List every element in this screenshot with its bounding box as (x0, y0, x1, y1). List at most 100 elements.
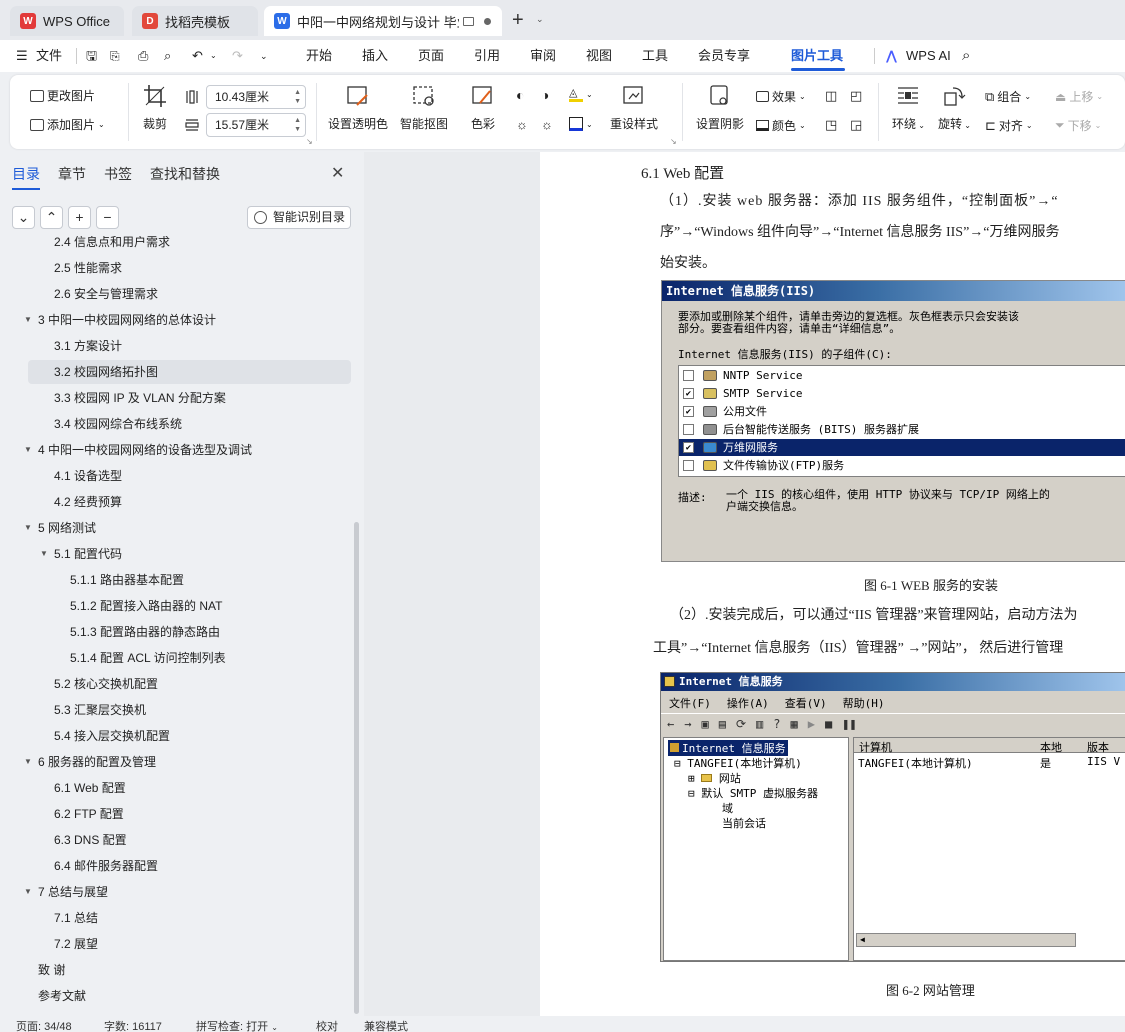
toc-item[interactable]: 7 总结与展望 (38, 880, 108, 904)
computer-icon[interactable]: ▦ (790, 717, 797, 731)
align-button[interactable]: ⊏ 对齐 ⌄ (985, 117, 1033, 134)
toc-item[interactable]: 6.1 Web 配置 (54, 776, 126, 800)
tree-root[interactable]: Internet 信息服务 (668, 740, 788, 756)
position-icon[interactable]: ◲ (850, 117, 862, 133)
menu-file[interactable]: 文件 (36, 40, 62, 72)
toc-item[interactable]: 3.3 校园网 IP 及 VLAN 分配方案 (54, 386, 226, 410)
bring-forward-icon[interactable]: ◫ (825, 88, 837, 104)
spinner-icon[interactable]: ▲ ▼ (294, 116, 301, 134)
checkbox[interactable] (683, 370, 694, 381)
expand-arrow-icon[interactable]: ▼ (24, 516, 32, 540)
menu-help[interactable]: 帮助(H) (843, 695, 885, 711)
tree-node-websites[interactable]: ⊞ 网站 (688, 770, 741, 786)
toc-item[interactable]: 4.1 设备选型 (54, 464, 122, 488)
line-color-button[interactable]: ⌄ (569, 117, 593, 131)
toc-item[interactable]: 5.2 核心交换机配置 (54, 672, 158, 696)
toc-item[interactable]: 3 中阳一中校园网网络的总体设计 (38, 308, 216, 332)
toc-item[interactable]: 6.2 FTP 配置 (54, 802, 124, 826)
scroll-left-icon[interactable]: ◀ (860, 935, 865, 944)
checkbox[interactable] (683, 424, 694, 435)
toc-item[interactable]: 7.1 总结 (54, 906, 98, 930)
nav-scrollbar[interactable] (354, 522, 359, 1014)
menu-file[interactable]: 文件(F) (669, 695, 711, 711)
change-picture-button[interactable]: 更改图片 (30, 87, 95, 104)
toc-item[interactable]: 5.4 接入层交换机配置 (54, 724, 170, 748)
tab-document[interactable]: W 中阳一中网络规划与设计 毕业 (264, 6, 502, 36)
redo-icon[interactable]: ↷ (232, 40, 243, 72)
picture-height-input[interactable]: 15.57厘米 ▲ ▼ (206, 113, 306, 137)
print-preview-icon[interactable]: ⌕ (164, 40, 171, 72)
menu-tools[interactable]: 工具 (642, 40, 668, 72)
fill-color-button[interactable]: ◬ ⌄ (569, 87, 593, 102)
menu-action[interactable]: 操作(A) (727, 695, 769, 711)
dialog-launcher-icon[interactable]: ↘ (670, 137, 677, 146)
nav-tab-find-replace[interactable]: 查找和替换 (150, 164, 220, 184)
toc-item[interactable]: 2.5 性能需求 (54, 256, 122, 280)
stop-icon[interactable]: ■ (825, 717, 832, 731)
add-heading-button[interactable]: + (68, 206, 91, 229)
add-picture-button[interactable]: 添加图片 ⌄ (30, 116, 105, 133)
dialog-launcher-icon[interactable]: ↘ (306, 137, 313, 146)
send-backward-icon[interactable]: ◰ (850, 88, 862, 104)
share-icon[interactable]: ⎘ (110, 40, 120, 72)
move-up-button[interactable]: ⏏ 上移 ⌄ (1055, 88, 1103, 105)
toc-item[interactable]: 5.1.1 路由器基本配置 (70, 568, 184, 592)
toc-item[interactable]: 4.2 经费预算 (54, 490, 122, 514)
toc-item[interactable]: 6.3 DNS 配置 (54, 828, 127, 852)
move-down-button[interactable]: ⏷ 下移 ⌄ (1055, 117, 1101, 134)
help-icon[interactable]: ? (773, 717, 780, 731)
new-tab-button[interactable]: + (512, 9, 524, 31)
component-row[interactable]: ✔万维网服务8 (679, 439, 1125, 456)
toc-item[interactable]: 7.2 展望 (54, 932, 98, 956)
component-row[interactable]: 文件传输协议(FTP)服务0 (679, 457, 1125, 474)
toc-item[interactable]: 5.1.4 配置 ACL 访问控制列表 (70, 646, 226, 670)
expand-arrow-icon[interactable]: ▼ (24, 438, 32, 462)
contrast-up-icon[interactable]: ◑ (541, 87, 549, 103)
spell-check[interactable]: 拼写检查: 打开 ⌄ (196, 1018, 278, 1032)
reset-style-button[interactable]: 重设样式 (610, 83, 658, 132)
tree-node-sessions[interactable]: 当前会话 (722, 815, 766, 831)
checkbox[interactable]: ✔ (683, 388, 694, 399)
component-row[interactable]: 后台智能传送服务 (BITS) 服务器扩展0 (679, 421, 1125, 438)
toc-item[interactable]: 2.4 信息点和用户需求 (54, 236, 170, 254)
checkbox[interactable] (683, 460, 694, 471)
expand-arrow-icon[interactable]: ▼ (24, 880, 32, 904)
tab-wps-office[interactable]: W WPS Office (10, 6, 124, 36)
toc-item[interactable]: 6 服务器的配置及管理 (38, 750, 156, 774)
nav-tab-bookmarks[interactable]: 书签 (104, 164, 132, 184)
wps-ai-button[interactable]: WPS AI (906, 40, 951, 72)
tree-node-domain[interactable]: 域 (722, 800, 733, 816)
group-button[interactable]: ⧉ 组合 ⌄ (985, 88, 1031, 105)
effects-button[interactable]: 效果 ⌄ (756, 88, 806, 105)
toc-item[interactable]: 6.4 邮件服务器配置 (54, 854, 158, 878)
toc-item[interactable]: 致 谢 (38, 958, 65, 982)
column-header[interactable]: 计算机 (859, 739, 892, 755)
expand-arrow-icon[interactable]: ▼ (24, 750, 32, 774)
save-icon[interactable]: 🖫 (86, 40, 97, 72)
detail-row[interactable]: TANGFEI(本地计算机) (858, 755, 973, 771)
chevron-down-icon[interactable]: ⌄ (210, 40, 217, 72)
more-chevron-icon[interactable]: ⌄ (260, 40, 268, 72)
undo-icon[interactable]: ↶ (192, 40, 203, 72)
iis-components-dialog-image[interactable]: Internet 信息服务(IIS) 要添加或删除某个组件，请单击旁边的复选框。… (661, 280, 1125, 562)
properties-icon[interactable]: ▤ (719, 717, 726, 731)
smart-cutout-button[interactable]: 智能抠图 (400, 83, 448, 132)
wrap-button[interactable]: 环绕 ⌄ (892, 83, 925, 132)
brightness-down-icon[interactable]: ☼ (516, 117, 528, 132)
component-row[interactable]: ✔SMTP Service1 (679, 385, 1125, 402)
word-count[interactable]: 字数: 16117 (104, 1018, 162, 1032)
export-icon[interactable]: ▥ (756, 717, 763, 731)
menu-view[interactable]: 查看(V) (785, 695, 827, 711)
detail-pane[interactable]: 计算机 本地 版本 TANGFEI(本地计算机) 是 IIS V ◀ (853, 737, 1125, 961)
checkbox[interactable]: ✔ (683, 442, 694, 453)
pause-icon[interactable]: ❚❚ (842, 717, 856, 731)
brightness-up-icon[interactable]: ◐ (516, 87, 524, 103)
horizontal-scrollbar[interactable]: ◀ (856, 933, 1076, 947)
toc-item[interactable]: 2.6 安全与管理需求 (54, 282, 158, 306)
tree-pane[interactable]: Internet 信息服务 ⊟ TANGFEI(本地计算机) ⊞ 网站 ⊟ 默认… (663, 737, 849, 961)
print-icon[interactable]: ⎙ (138, 40, 148, 72)
column-header[interactable]: 版本 (1087, 739, 1109, 755)
expand-arrow-icon[interactable]: ▼ (40, 542, 48, 566)
crop-button[interactable]: 裁剪 (142, 83, 168, 132)
refresh-icon[interactable]: ⟳ (736, 717, 746, 731)
